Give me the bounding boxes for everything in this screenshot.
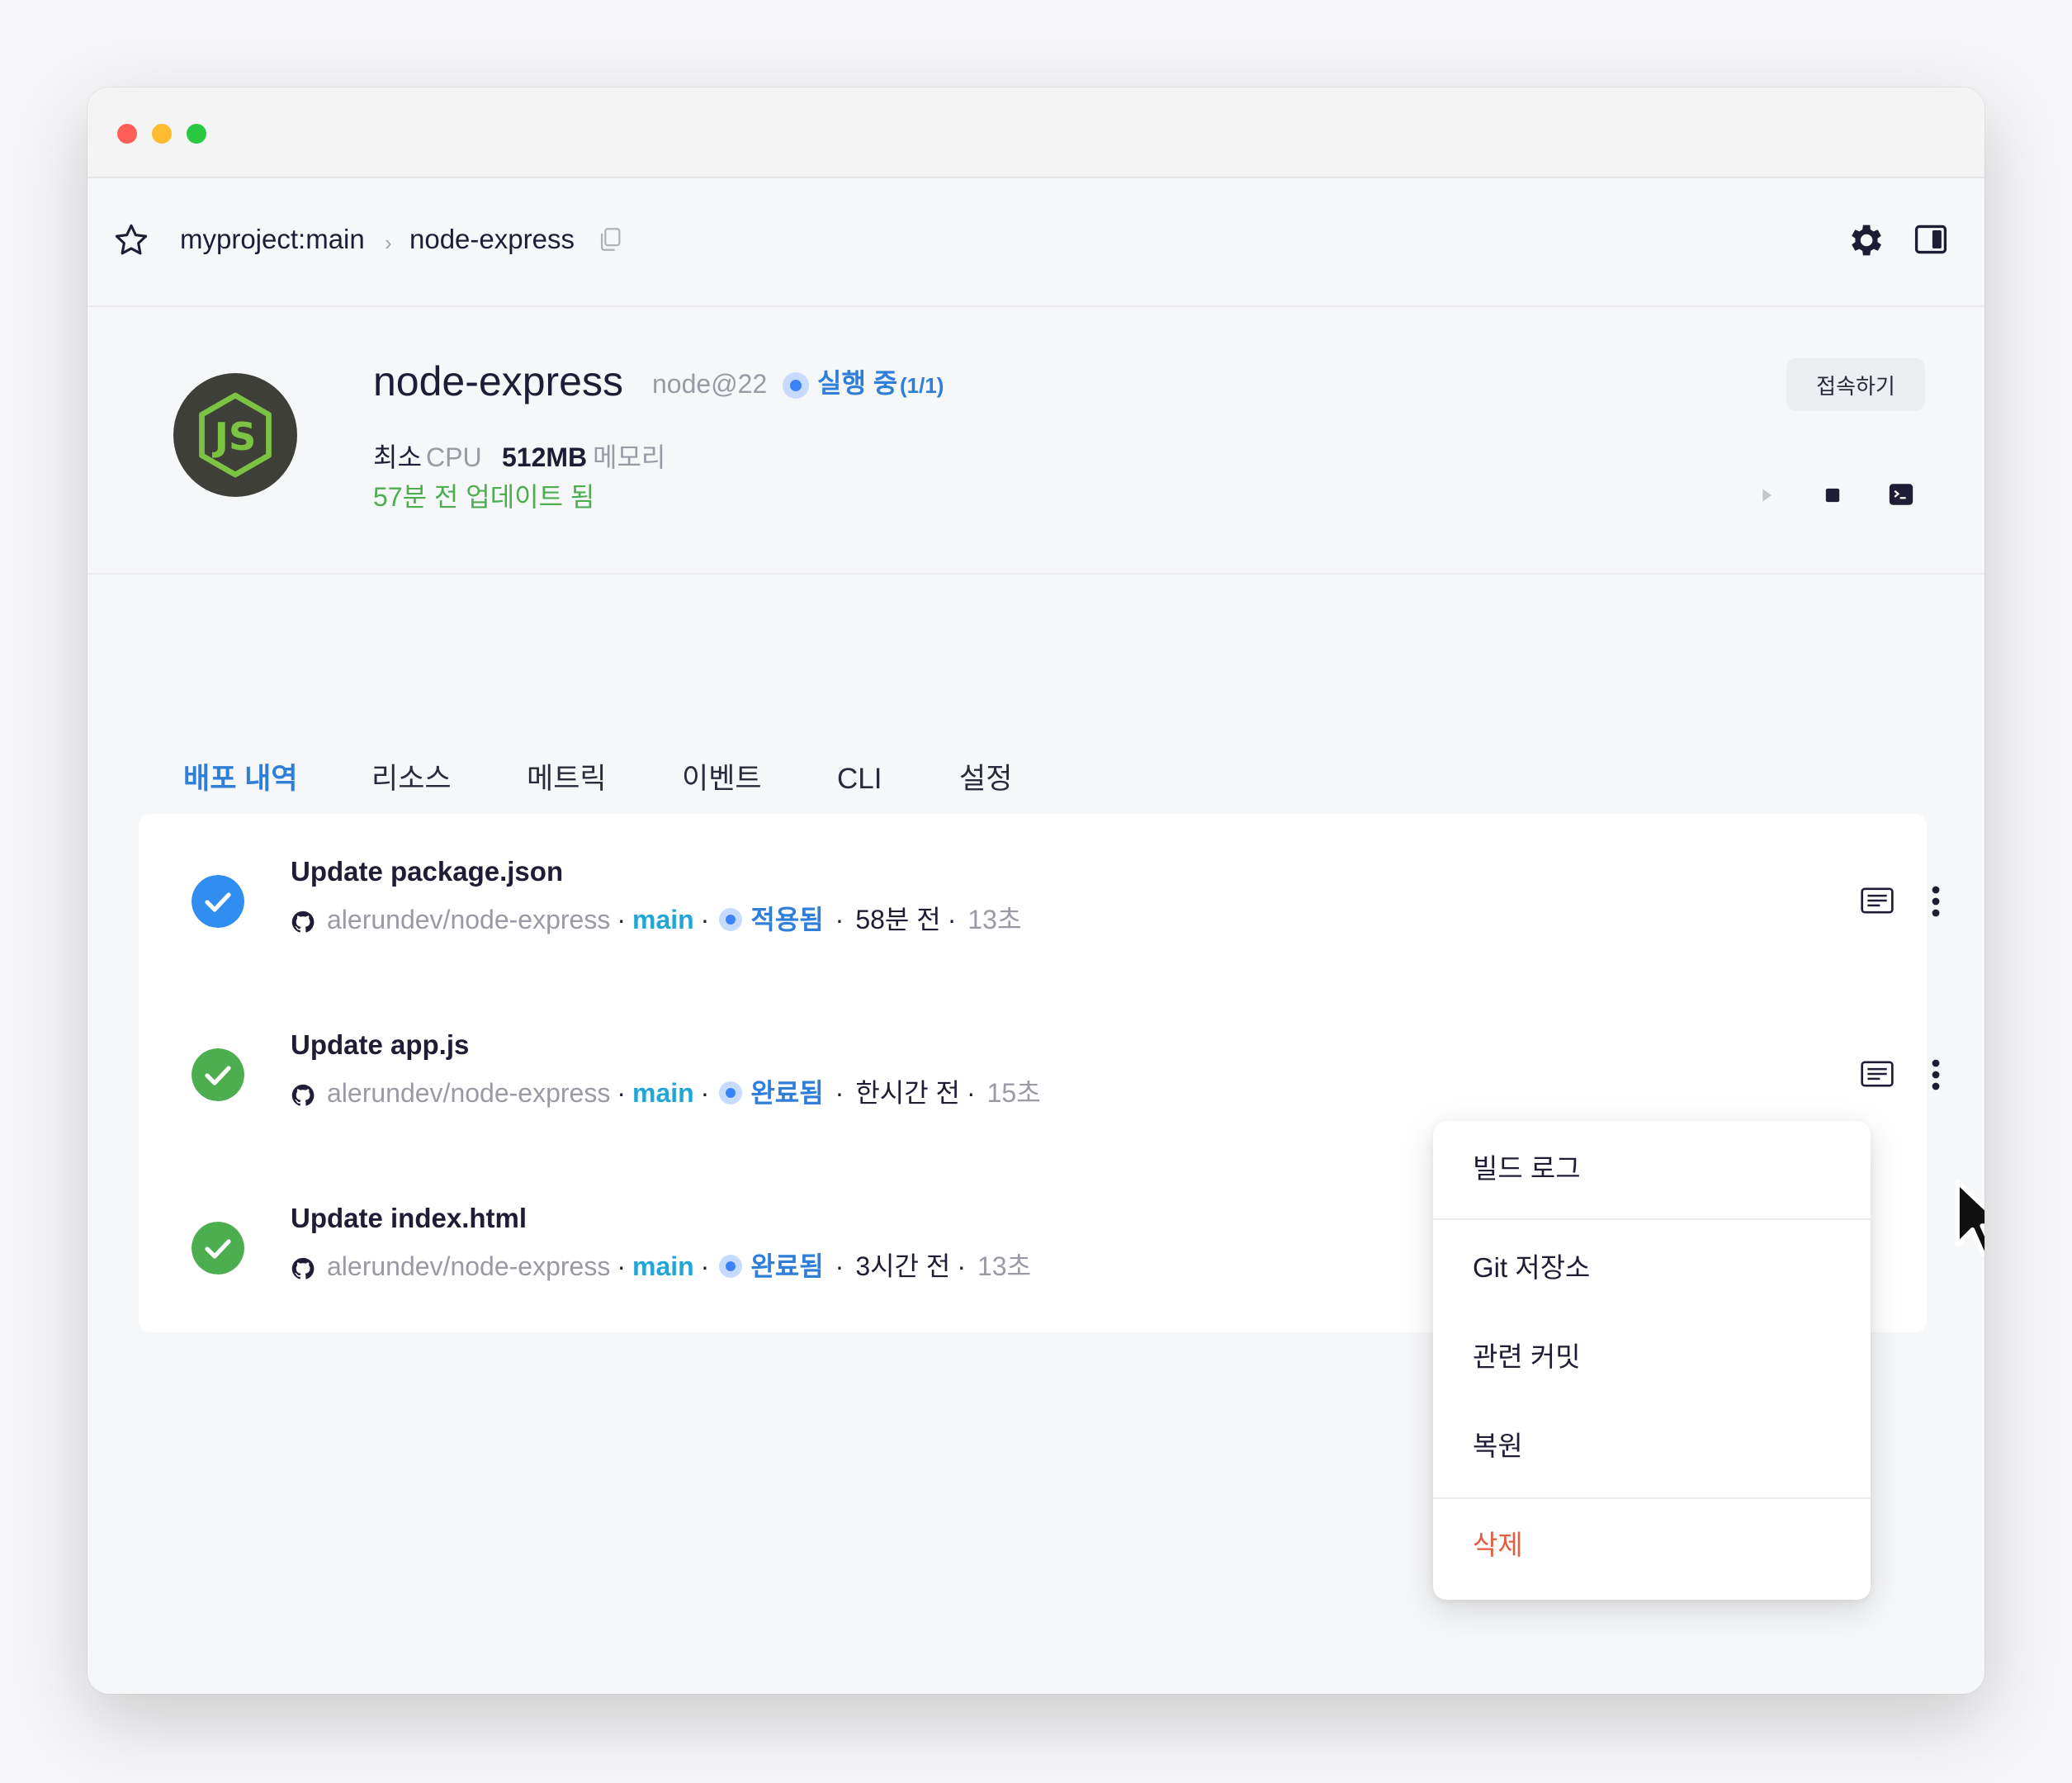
status-dot	[719, 1081, 743, 1104]
deployment-time: 3시간 전	[855, 1251, 951, 1281]
menu-divider	[1433, 1218, 1871, 1220]
github-icon	[291, 1084, 315, 1106]
menu-item-build-log[interactable]: 빌드 로그	[1473, 1151, 1581, 1187]
branch-label[interactable]: main	[632, 901, 694, 938]
branch-label[interactable]: main	[632, 1248, 694, 1284]
deployment-duration: 13초	[977, 1251, 1032, 1281]
deployment-duration: 15초	[986, 1078, 1041, 1108]
maximize-window-button[interactable]	[187, 124, 206, 144]
more-icon[interactable]	[1930, 1058, 1942, 1091]
nodejs-logo: JS	[173, 373, 297, 497]
connect-button[interactable]: 접속하기	[1786, 358, 1925, 411]
menu-divider	[1433, 1497, 1871, 1499]
tab-events[interactable]: 이벤트	[682, 761, 762, 797]
menu-item-git-repo[interactable]: Git 저장소	[1473, 1250, 1590, 1286]
github-icon	[291, 1257, 315, 1279]
tab-resources[interactable]: 리소스	[371, 761, 452, 797]
deployment-title: Update index.html	[291, 1203, 527, 1233]
log-icon[interactable]	[1861, 1060, 1894, 1088]
cursor-icon	[1955, 1180, 1984, 1256]
stop-icon[interactable]	[1821, 484, 1844, 507]
branch-label[interactable]: main	[632, 1075, 694, 1111]
breadcrumb-separator: ›	[385, 230, 392, 255]
last-updated: 57분 전 업데이트 됨	[373, 482, 595, 512]
deployment-time: 58분 전	[855, 905, 941, 934]
app-window: myproject:main › node-express JS node-ex…	[88, 87, 1984, 1694]
gear-icon[interactable]	[1844, 220, 1885, 261]
memory-label: 메모리	[593, 442, 666, 472]
running-status-dot	[783, 372, 809, 399]
minimize-window-button[interactable]	[152, 124, 172, 144]
deployment-duration: 13초	[967, 905, 1022, 934]
deployment-meta: alerundev/node-express · main · 완료됨 · 한시…	[291, 1075, 1041, 1111]
play-icon[interactable]	[1755, 484, 1778, 507]
cpu-amount: 최소	[373, 442, 422, 472]
check-icon	[192, 875, 244, 928]
tab-settings[interactable]: 설정	[959, 761, 1012, 797]
menu-item-related-commit[interactable]: 관련 커밋	[1473, 1339, 1581, 1375]
deployment-meta: alerundev/node-express · main · 완료됨 · 3시…	[291, 1248, 1031, 1284]
running-status-label: 실행 중	[817, 368, 898, 398]
tab-metrics[interactable]: 메트릭	[527, 761, 607, 797]
tab-bar: 배포 내역 리소스 메트릭 이벤트 CLI 설정	[88, 575, 1984, 835]
instance-count: (1/1)	[900, 373, 944, 398]
deployment-row[interactable]: Update package.json alerundev/node-expre…	[139, 814, 1940, 987]
terminal-icon[interactable]	[1887, 480, 1915, 508]
runtime-label: node@22	[652, 369, 768, 399]
repo-link[interactable]: alerundev/node-express	[327, 1248, 610, 1284]
deployment-title: Update package.json	[291, 856, 564, 887]
breadcrumb-bar: myproject:main › node-express	[88, 178, 1984, 307]
status-dot	[719, 908, 743, 931]
cpu-label: CPU	[426, 442, 482, 472]
deployment-title: Update app.js	[291, 1029, 470, 1060]
check-icon	[192, 1222, 244, 1275]
service-title: node-express	[373, 358, 623, 404]
check-icon	[192, 1048, 244, 1101]
svg-text:JS: JS	[212, 414, 257, 459]
menu-item-restore[interactable]: 복원	[1473, 1428, 1523, 1464]
deployment-time: 한시간 전	[855, 1078, 960, 1108]
deployment-status: 완료됨	[750, 1078, 824, 1108]
deployment-context-menu: 빌드 로그 Git 저장소 관련 커밋 복원 삭제	[1433, 1121, 1871, 1600]
copy-icon[interactable]	[596, 225, 624, 254]
github-icon	[291, 910, 315, 933]
repo-link[interactable]: alerundev/node-express	[327, 1075, 610, 1111]
memory-amount: 512MB	[502, 442, 588, 472]
menu-item-delete[interactable]: 삭제	[1473, 1527, 1523, 1563]
title-bar	[88, 87, 1984, 178]
breadcrumb-project[interactable]: myproject:main	[180, 223, 365, 256]
service-summary: JS node-express node@22 실행 중 (1/1) 최소 CP…	[88, 307, 1984, 575]
status-dot	[719, 1255, 743, 1278]
deployment-status: 적용됨	[750, 905, 824, 934]
tab-cli[interactable]: CLI	[837, 761, 882, 797]
deployment-status: 완료됨	[750, 1251, 824, 1281]
star-icon[interactable]	[112, 221, 150, 259]
repo-link[interactable]: alerundev/node-express	[327, 901, 610, 938]
tab-deployments[interactable]: 배포 내역	[183, 761, 298, 797]
panel-toggle-icon[interactable]	[1912, 221, 1950, 258]
log-icon[interactable]	[1861, 887, 1894, 915]
deployment-meta: alerundev/node-express · main · 적용됨 · 58…	[291, 901, 1021, 938]
breadcrumb-service[interactable]: node-express	[409, 223, 575, 256]
more-icon[interactable]	[1930, 885, 1942, 918]
close-window-button[interactable]	[117, 124, 137, 144]
